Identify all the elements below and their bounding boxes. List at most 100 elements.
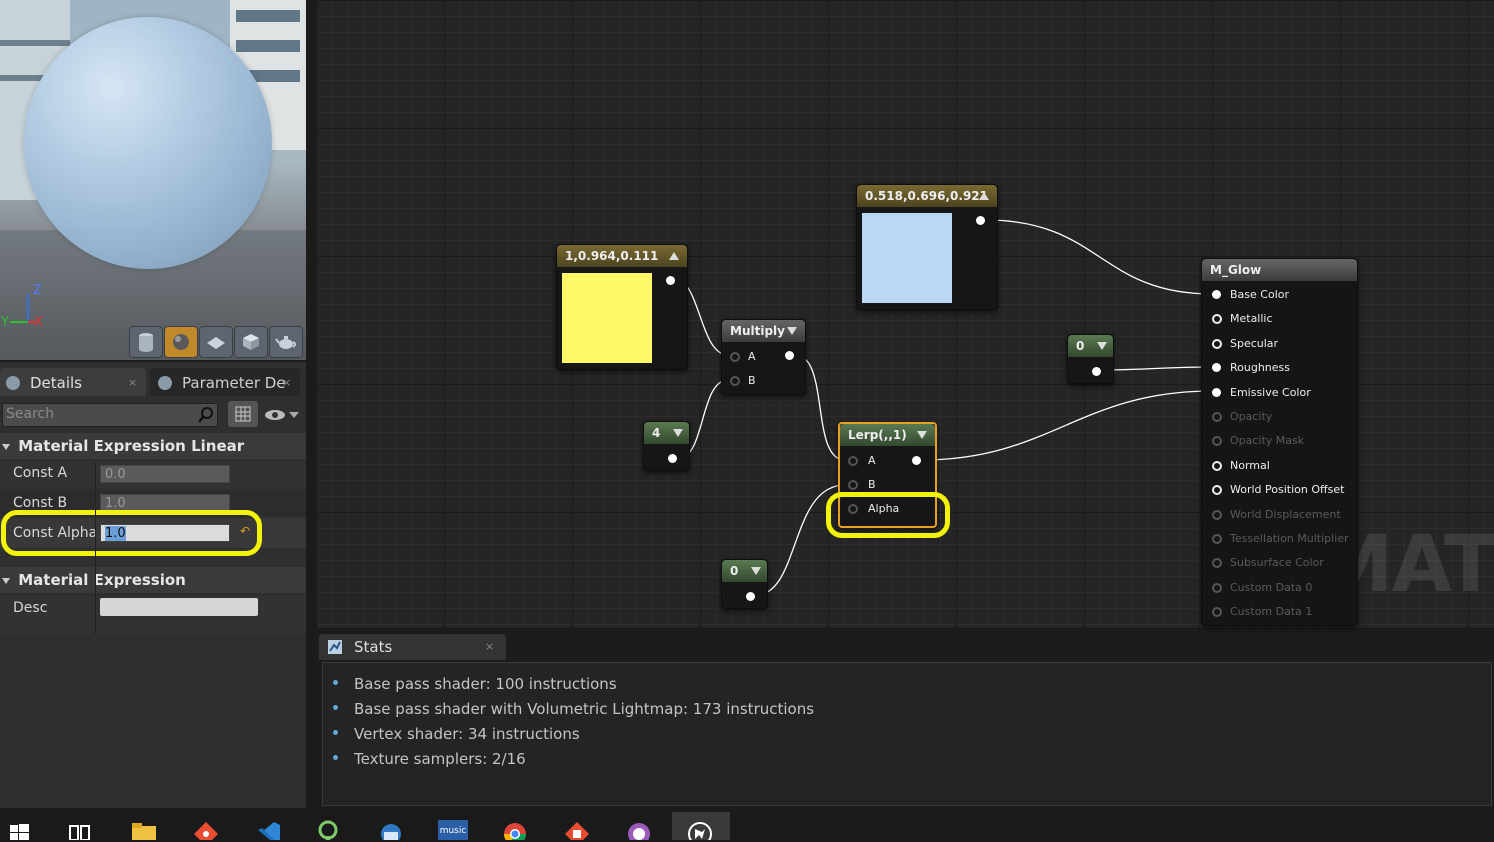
preview-plane-button[interactable]	[199, 326, 233, 358]
result-input-pin[interactable]	[1212, 582, 1222, 593]
const-a-input[interactable]: 0.0	[100, 465, 230, 483]
result-input-pin[interactable]	[1212, 534, 1222, 544]
preview-sphere-button[interactable]	[164, 326, 198, 358]
node-constant-yellow[interactable]: 1,0.964,0.111	[556, 244, 688, 370]
lerp-input-a-pin[interactable]	[848, 456, 858, 466]
multiply-input-b-pin[interactable]	[730, 376, 740, 386]
git-icon[interactable]	[192, 818, 218, 840]
git-gui-icon[interactable]	[563, 818, 589, 840]
property-matrix-button[interactable]	[228, 401, 258, 427]
preview-teapot-button[interactable]	[269, 326, 303, 358]
category-material-expression[interactable]: Material Expression	[0, 567, 306, 593]
task-view-icon[interactable]	[67, 818, 93, 840]
cylinder-icon	[139, 333, 153, 352]
result-input-pin[interactable]	[1212, 338, 1222, 349]
const-b-label: Const B	[13, 495, 68, 511]
expand-arrow-icon	[2, 577, 10, 584]
unreal-engine-icon[interactable]	[686, 818, 712, 840]
details-search-input[interactable]: Search	[2, 403, 218, 427]
lerp-output-pin[interactable]	[912, 456, 921, 465]
view-options-button[interactable]	[263, 406, 303, 424]
expand-arrow-icon	[2, 443, 10, 450]
tab-details-close-icon[interactable]: ×	[128, 376, 137, 389]
github-icon[interactable]	[625, 818, 651, 840]
vscode-icon[interactable]	[254, 818, 280, 840]
node-const4-header: 4	[644, 422, 689, 444]
axis-x-label: X	[34, 315, 43, 330]
multiply-input-a-pin[interactable]	[730, 352, 740, 362]
result-pin-label: Custom Data 0	[1230, 580, 1313, 594]
tab-parameter-close-icon[interactable]: ×	[282, 376, 291, 389]
tab-stats-close-icon[interactable]: ×	[485, 640, 494, 653]
result-input-pin[interactable]	[1212, 314, 1222, 325]
preview-cube-button[interactable]	[234, 326, 268, 358]
lerp-alpha-highlight	[826, 492, 950, 538]
stats-line: Vertex shader: 34 instructions	[354, 725, 580, 743]
collapse-arrow-icon	[673, 429, 683, 437]
node-constant-4[interactable]: 4	[643, 421, 690, 471]
node-yellow-swatch	[562, 273, 652, 363]
const0r-output-pin[interactable]	[1092, 367, 1101, 376]
node-multiply[interactable]: Multiply A B	[721, 319, 806, 395]
result-pin-label: Normal	[1230, 458, 1270, 472]
result-input-pin[interactable]	[1212, 436, 1222, 447]
chrome-icon[interactable]	[501, 818, 527, 840]
node-blue-output-pin[interactable]	[976, 216, 985, 225]
preview-cylinder-button[interactable]	[129, 326, 163, 358]
const4-output-pin[interactable]	[668, 454, 677, 463]
sourcetree-icon[interactable]	[314, 818, 340, 840]
node-yellow-header: 1,0.964,0.111	[557, 245, 687, 267]
plane-icon	[207, 337, 225, 349]
desc-input[interactable]	[100, 598, 258, 616]
building-stripe	[0, 40, 70, 46]
category-linear-interpolate[interactable]: Material Expression Linear Interpolate	[0, 433, 306, 481]
tab-details-label: Details	[30, 374, 83, 392]
node-constant-blue[interactable]: 0.518,0.696,0.921	[856, 184, 998, 310]
multiply-output-pin[interactable]	[785, 351, 794, 360]
result-input-pin[interactable]	[1212, 387, 1221, 397]
node-const0b-title: 0	[730, 564, 739, 578]
thunderbird-icon[interactable]	[377, 818, 403, 840]
info-icon	[6, 376, 20, 390]
node-result-title: M_Glow	[1210, 263, 1262, 277]
node-yellow-output-pin[interactable]	[666, 276, 675, 285]
collapse-arrow-icon	[1097, 342, 1107, 350]
result-input-pin[interactable]	[1212, 607, 1222, 618]
building-window	[236, 40, 300, 52]
file-explorer-icon[interactable]	[130, 818, 156, 840]
const0b-output-pin[interactable]	[746, 592, 755, 601]
result-input-pin[interactable]	[1212, 412, 1222, 422]
stats-line: Base pass shader: 100 instructions	[354, 675, 617, 693]
lerp-input-b-pin[interactable]	[848, 480, 858, 490]
lerp-pin-a-label: A	[868, 454, 876, 467]
result-input-pin[interactable]	[1212, 290, 1221, 299]
node-const0r-title: 0	[1076, 339, 1085, 353]
stats-line: Base pass shader with Volumetric Lightma…	[354, 700, 815, 718]
node-material-result[interactable]: M_Glow Base Color Metallic Specular Roughne…	[1201, 258, 1358, 626]
result-input-pin[interactable]	[1212, 558, 1222, 569]
collapse-arrow-icon	[979, 192, 989, 200]
windows-start-icon[interactable]	[8, 818, 34, 840]
axis-y-label: Y	[1, 315, 9, 330]
axis-z-label: Z	[33, 283, 42, 298]
result-pin-label: Opacity	[1230, 410, 1273, 423]
music-app-icon[interactable]: music	[438, 820, 468, 840]
node-constant-0-roughness[interactable]: 0	[1067, 334, 1114, 384]
material-preview-viewport[interactable]: Z Y X	[0, 0, 306, 360]
node-const4-title: 4	[652, 426, 661, 440]
result-input-pin[interactable]	[1212, 363, 1221, 373]
tab-stats[interactable]: Stats ×	[319, 634, 506, 660]
stats-bullet	[333, 755, 338, 760]
result-pin-label: Base Color	[1230, 288, 1290, 301]
result-pin-label: Specular	[1230, 336, 1279, 350]
node-blue-header: 0.518,0.696,0.921	[857, 185, 997, 207]
node-constant-0-alpha[interactable]: 0	[721, 559, 768, 609]
node-lerp-title: Lerp(,,1)	[848, 428, 907, 442]
result-input-pin[interactable]	[1212, 485, 1222, 496]
result-input-pin[interactable]	[1212, 460, 1222, 471]
result-pin-label: Opacity Mask	[1230, 434, 1305, 448]
music-app-label: music	[439, 826, 467, 836]
result-input-pin[interactable]	[1212, 509, 1222, 520]
multiply-pin-b-label: B	[748, 374, 756, 387]
node-multiply-title: Multiply	[730, 324, 785, 338]
